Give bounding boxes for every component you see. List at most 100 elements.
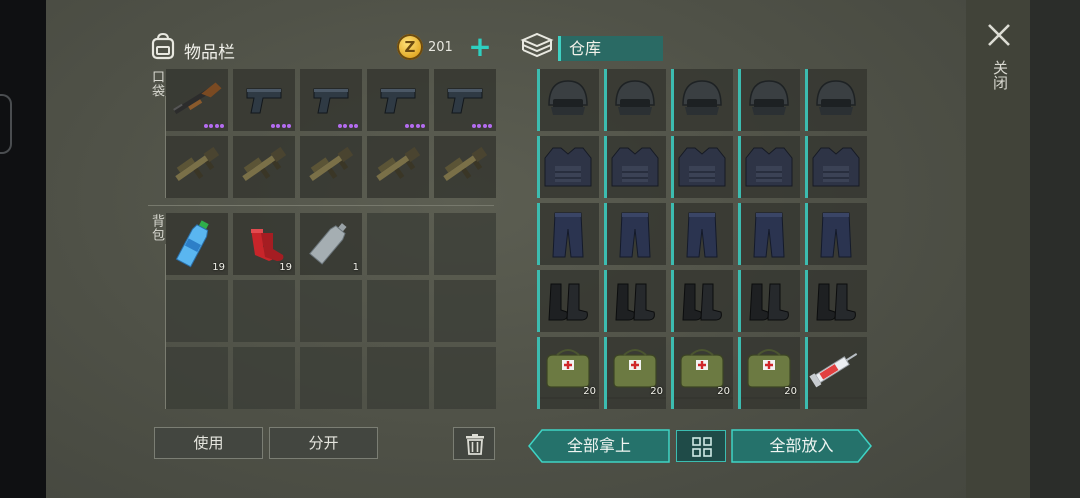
split-button[interactable]: 分开 — [269, 427, 378, 459]
item-slot-boots[interactable] — [805, 270, 867, 332]
empty-slot[interactable] — [300, 347, 362, 409]
item-slot-medkit-bag[interactable]: 20 — [671, 337, 733, 399]
empty-slot[interactable] — [604, 397, 666, 409]
item-slot-syringe[interactable] — [805, 337, 867, 399]
item-slot-medkit-bag[interactable]: 20 — [537, 337, 599, 399]
item-slot-grenade-launcher[interactable] — [434, 136, 496, 198]
item-slot-pistol[interactable] — [300, 69, 362, 131]
item-slot-pants[interactable] — [537, 203, 599, 265]
trash-button[interactable] — [453, 427, 495, 460]
item-slot-helmet[interactable] — [604, 69, 666, 131]
pants-icon — [552, 212, 584, 258]
item-slot-water-bottle[interactable]: 19 — [166, 213, 228, 275]
empty-slot[interactable] — [166, 347, 228, 409]
empty-slot[interactable] — [434, 280, 496, 342]
empty-slot[interactable] — [233, 347, 295, 409]
item-slot-boots[interactable] — [537, 270, 599, 332]
item-slot-pants[interactable] — [671, 203, 733, 265]
left-edge — [0, 0, 46, 498]
item-slot-vest[interactable] — [537, 136, 599, 198]
helmet-icon — [615, 80, 655, 115]
pistol-icon — [313, 88, 349, 114]
use-button[interactable]: 使用 — [154, 427, 263, 459]
close-button[interactable] — [986, 22, 1014, 50]
right-edge — [1030, 0, 1080, 498]
empty-slot[interactable] — [805, 397, 867, 409]
empty-slot[interactable] — [434, 347, 496, 409]
empty-slot[interactable] — [434, 213, 496, 275]
item-quantity: 1 — [352, 262, 359, 273]
shotgun-icon — [173, 82, 222, 115]
item-slot-pistol[interactable] — [367, 69, 429, 131]
item-slot-vest[interactable] — [805, 136, 867, 198]
empty-slot[interactable] — [166, 280, 228, 342]
item-slot-vest[interactable] — [738, 136, 800, 198]
pocket-label: 口袋 — [149, 70, 164, 98]
item-quantity: 20 — [784, 386, 797, 397]
put-all-button[interactable]: 全部放入 — [731, 429, 872, 463]
item-slot-grenade-launcher[interactable] — [367, 136, 429, 198]
item-quantity: 19 — [279, 262, 292, 273]
item-quantity: 19 — [212, 262, 225, 273]
grenade-launcher-icon — [242, 146, 287, 182]
item-slot-grenade-launcher[interactable] — [166, 136, 228, 198]
pants-icon — [686, 212, 718, 258]
item-slot-helmet[interactable] — [537, 69, 599, 131]
helmet-icon — [816, 80, 856, 115]
item-slot-grenade-launcher[interactable] — [300, 136, 362, 198]
rarity-dots — [270, 124, 291, 128]
empty-slot[interactable] — [738, 397, 800, 409]
empty-slot[interactable] — [537, 397, 599, 409]
item-slot-pistol[interactable] — [434, 69, 496, 131]
item-slot-helmet[interactable] — [671, 69, 733, 131]
item-slot-pistol[interactable] — [233, 69, 295, 131]
item-slot-grenade-launcher[interactable] — [233, 136, 295, 198]
boots-icon — [682, 283, 722, 321]
pants-icon — [619, 212, 651, 258]
close-label: 关闭 — [991, 60, 1009, 90]
item-slot-boots[interactable] — [604, 270, 666, 332]
empty-slot[interactable] — [300, 280, 362, 342]
close-icon — [988, 24, 1010, 46]
tab-warehouse[interactable]: 仓库 — [558, 36, 663, 61]
item-slot-helmet[interactable] — [738, 69, 800, 131]
item-slot-helmet[interactable] — [805, 69, 867, 131]
grenade-launcher-icon — [175, 146, 220, 182]
add-coins-button[interactable]: + — [467, 33, 493, 61]
sort-button[interactable] — [676, 430, 726, 462]
item-slot-pants[interactable] — [805, 203, 867, 265]
empty-slot[interactable] — [367, 347, 429, 409]
item-slot-shotgun[interactable] — [166, 69, 228, 131]
vest-icon — [611, 147, 659, 187]
boots-icon — [548, 283, 588, 321]
vest-icon — [678, 147, 726, 187]
item-quantity: 20 — [583, 386, 596, 397]
helmet-icon — [548, 80, 588, 115]
item-slot-medkit-bag[interactable]: 20 — [604, 337, 666, 399]
helmet-icon — [749, 80, 789, 115]
item-slot-empty-bottle[interactable]: 1 — [300, 213, 362, 275]
item-slot-pants[interactable] — [738, 203, 800, 265]
pistol-icon — [447, 88, 483, 114]
item-slot-boots[interactable] — [738, 270, 800, 332]
item-slot-boots[interactable] — [671, 270, 733, 332]
empty-slot[interactable] — [233, 280, 295, 342]
rarity-dots — [471, 124, 492, 128]
item-slot-red-socks[interactable]: 19 — [233, 213, 295, 275]
helmet-icon — [682, 80, 722, 115]
pants-icon — [820, 212, 852, 258]
item-slot-vest[interactable] — [671, 136, 733, 198]
item-slot-vest[interactable] — [604, 136, 666, 198]
pistol-icon — [380, 88, 416, 114]
empty-slot[interactable] — [367, 213, 429, 275]
vest-icon — [812, 147, 860, 187]
coin-count: 201 — [428, 40, 453, 55]
empty-slot[interactable] — [671, 397, 733, 409]
item-slot-medkit-bag[interactable]: 20 — [738, 337, 800, 399]
grenade-launcher-icon — [309, 146, 354, 182]
empty-slot[interactable] — [367, 280, 429, 342]
coin-icon: Z — [397, 34, 423, 60]
take-all-button[interactable]: 全部拿上 — [528, 429, 670, 463]
item-slot-pants[interactable] — [604, 203, 666, 265]
grid-icon — [692, 437, 712, 457]
